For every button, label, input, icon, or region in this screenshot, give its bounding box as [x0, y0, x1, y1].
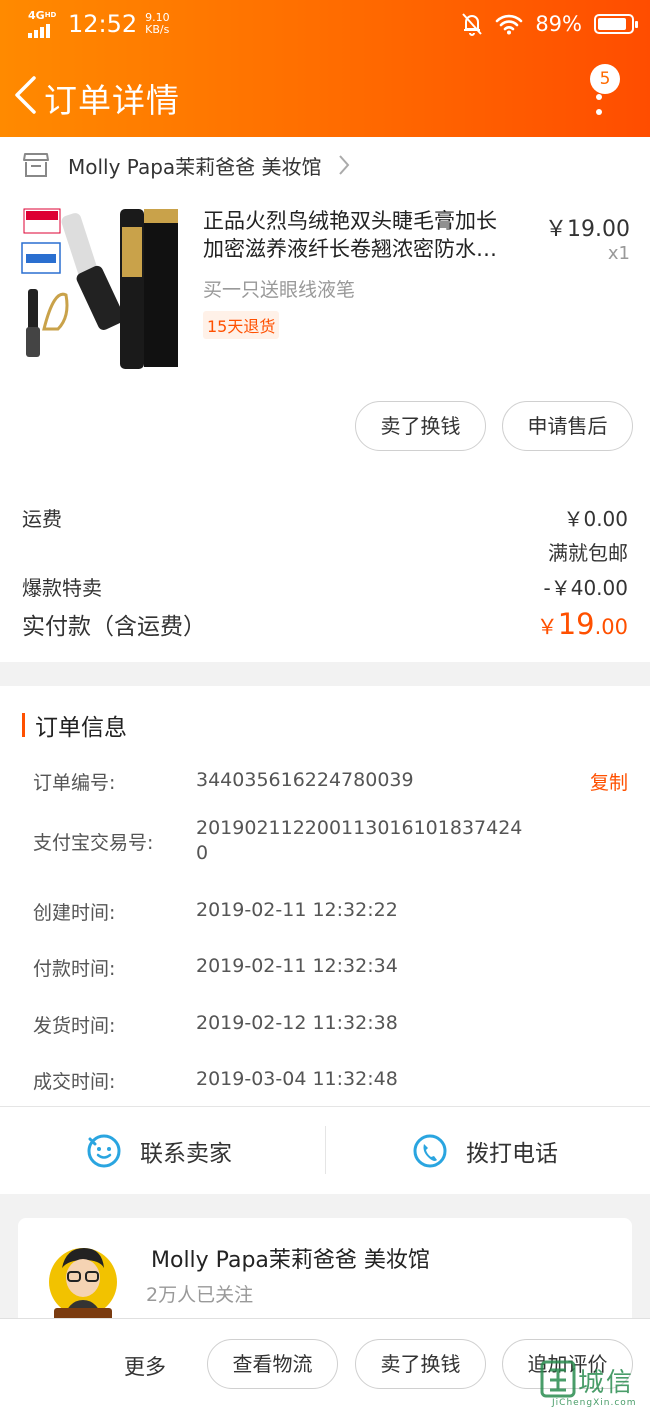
- paid-total-label: 实付款（含运费）: [22, 614, 206, 640]
- alipay-trade-label: 支付宝交易号:: [33, 832, 154, 854]
- promo-value: -￥40.00: [543, 576, 628, 600]
- more-dots-icon: [596, 94, 602, 124]
- status-bar: 4GHD 12:52 9.10 KB/s 89%: [0, 0, 650, 50]
- shop-name: Molly Papa茉莉爸爸 美妆馆: [151, 1248, 430, 1273]
- paid-time-value: 2019-02-11 12:32:34: [196, 955, 398, 977]
- call-phone-button[interactable]: 拨打电话: [412, 1126, 558, 1176]
- mute-bell-icon: [462, 13, 483, 36]
- order-item-card: Molly Papa茉莉爸爸 美妆馆 正品火烈鸟绒艳双头睫毛膏加长 加密滋养液纤…: [0, 137, 650, 662]
- battery-percent: 89%: [535, 12, 582, 36]
- shop-followers: 2万人已关注: [146, 1284, 254, 1306]
- store-link[interactable]: Molly Papa茉莉爸爸 美妆馆: [22, 145, 350, 185]
- chevron-right-icon: [338, 155, 349, 175]
- created-time-label: 创建时间:: [33, 902, 116, 924]
- page-title: 订单详情: [44, 81, 180, 120]
- cellular-signal-icon: 4GHD: [28, 10, 62, 38]
- nav-bar: 订单详情 5: [0, 60, 650, 132]
- contact-seller-button[interactable]: 联系卖家: [86, 1126, 232, 1176]
- order-number-label: 订单编号:: [33, 772, 116, 794]
- battery-icon: [594, 14, 638, 34]
- shipping-value: ￥0.00: [563, 507, 628, 531]
- header: 4GHD 12:52 9.10 KB/s 89% 订单详情 5: [0, 0, 650, 137]
- shipping-label: 运费: [22, 507, 62, 531]
- wifi-icon: [496, 14, 523, 35]
- phone-icon: [413, 1134, 447, 1168]
- copy-order-number-button[interactable]: 复制: [590, 768, 628, 795]
- sell-for-cash-button[interactable]: 卖了换钱: [355, 401, 486, 451]
- order-info-card: 订单信息 订单编号: 344035616224780039 复制 支付宝交易号:…: [0, 686, 650, 1194]
- product-sku: 买一只送眼线液笔: [203, 279, 356, 301]
- status-time: 12:52: [68, 10, 138, 38]
- alipay-trade-value: 201902112200113016101837424 0: [196, 817, 523, 864]
- bottom-sell-for-cash-button[interactable]: 卖了换钱: [355, 1339, 486, 1389]
- back-arrow-icon[interactable]: [8, 72, 42, 118]
- paid-time-label: 付款时间:: [33, 958, 116, 980]
- more-actions-button[interactable]: 更多: [124, 1351, 166, 1381]
- network-speed: 9.10 KB/s: [145, 11, 170, 36]
- more-menu-button[interactable]: 5: [580, 64, 624, 124]
- paid-total-value: ￥19.00: [536, 607, 628, 641]
- completed-time-label: 成交时间:: [33, 1071, 116, 1093]
- watermark-logo: 城信 JiChengXin.com: [530, 1358, 650, 1408]
- view-logistics-button[interactable]: 查看物流: [207, 1339, 338, 1389]
- after-sale-button[interactable]: 申请售后: [502, 401, 633, 451]
- product-price: ￥19.00: [545, 217, 630, 242]
- product-title[interactable]: 正品火烈鸟绒艳双头睫毛膏加长 加密滋养液纤长卷翘浓密防水…: [203, 207, 533, 263]
- return-policy-tag: 15天退货: [203, 311, 280, 339]
- order-number-value: 344035616224780039: [196, 769, 414, 791]
- shipped-time-label: 发货时间:: [33, 1015, 116, 1037]
- free-shipping-note: 满就包邮: [548, 541, 628, 565]
- created-time-value: 2019-02-11 12:32:22: [196, 899, 398, 921]
- shop-avatar: [49, 1248, 117, 1322]
- store-icon: [23, 153, 49, 177]
- promo-label: 爆款特卖: [22, 576, 102, 600]
- chat-face-icon: [87, 1134, 121, 1168]
- shipped-time-value: 2019-02-12 11:32:38: [196, 1012, 398, 1034]
- product-thumbnail[interactable]: [20, 207, 180, 369]
- completed-time-value: 2019-03-04 11:32:48: [196, 1068, 398, 1090]
- product-quantity: x1: [607, 243, 630, 264]
- store-name: Molly Papa茉莉爸爸 美妆馆: [68, 154, 322, 179]
- message-count-badge: 5: [590, 64, 620, 94]
- order-info-heading: 订单信息: [22, 710, 127, 741]
